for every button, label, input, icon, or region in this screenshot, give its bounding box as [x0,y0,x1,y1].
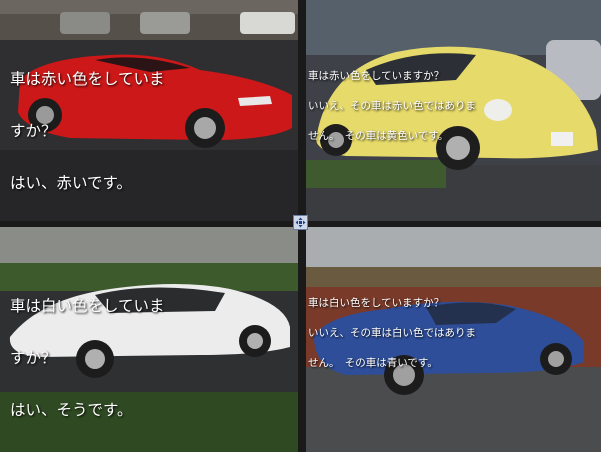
photo-panel-yellow-car[interactable]: 車は赤い色をしていますか？ いいえ、その車は赤い色ではありま せん。 その車は黄… [306,0,601,221]
caption-line: はい、そうです。 [10,401,133,419]
question-answer-caption: 車は白い色をしていま すか？ はい、そうです。 [10,267,165,449]
caption-line: 車は白い色をしていますか？ [308,297,445,309]
caption-line: 車は赤い色をしていま [10,70,165,88]
caption-line: 車は白い色をしていま [10,297,165,315]
question-answer-caption: 車は赤い色をしていま すか？ はい、赤いです。 [10,40,165,221]
caption-line: すか？ [10,122,57,140]
caption-line: いいえ、その車は白い色ではありま [308,327,476,339]
expand-button[interactable] [293,215,308,230]
expand-arrows-icon [295,217,306,228]
caption-line: 車は赤い色をしていますか？ [308,70,445,82]
photo-panel-red-car[interactable]: 車は赤い色をしていま すか？ はい、赤いです。 [0,0,298,221]
photo-panel-blue-car[interactable]: 車は白い色をしていますか？ いいえ、その車は白い色ではありま せん。 その車は青… [306,227,601,452]
caption-line: いいえ、その車は赤い色ではありま [308,100,476,112]
caption-line: せん。 その車は黄色いです。 [308,130,449,142]
question-answer-caption: 車は赤い色をしていますか？ いいえ、その車は赤い色ではありま せん。 その車は黄… [308,54,476,159]
question-answer-caption: 車は白い色をしていますか？ いいえ、その車は白い色ではありま せん。 その車は青… [308,281,476,386]
caption-line: はい、赤いです。 [10,174,132,192]
photo-panel-white-car[interactable]: 車は白い色をしていま すか？ はい、そうです。 [0,227,298,452]
caption-line: すか？ [10,349,57,367]
caption-line: せん。 その車は青いです。 [308,357,438,369]
